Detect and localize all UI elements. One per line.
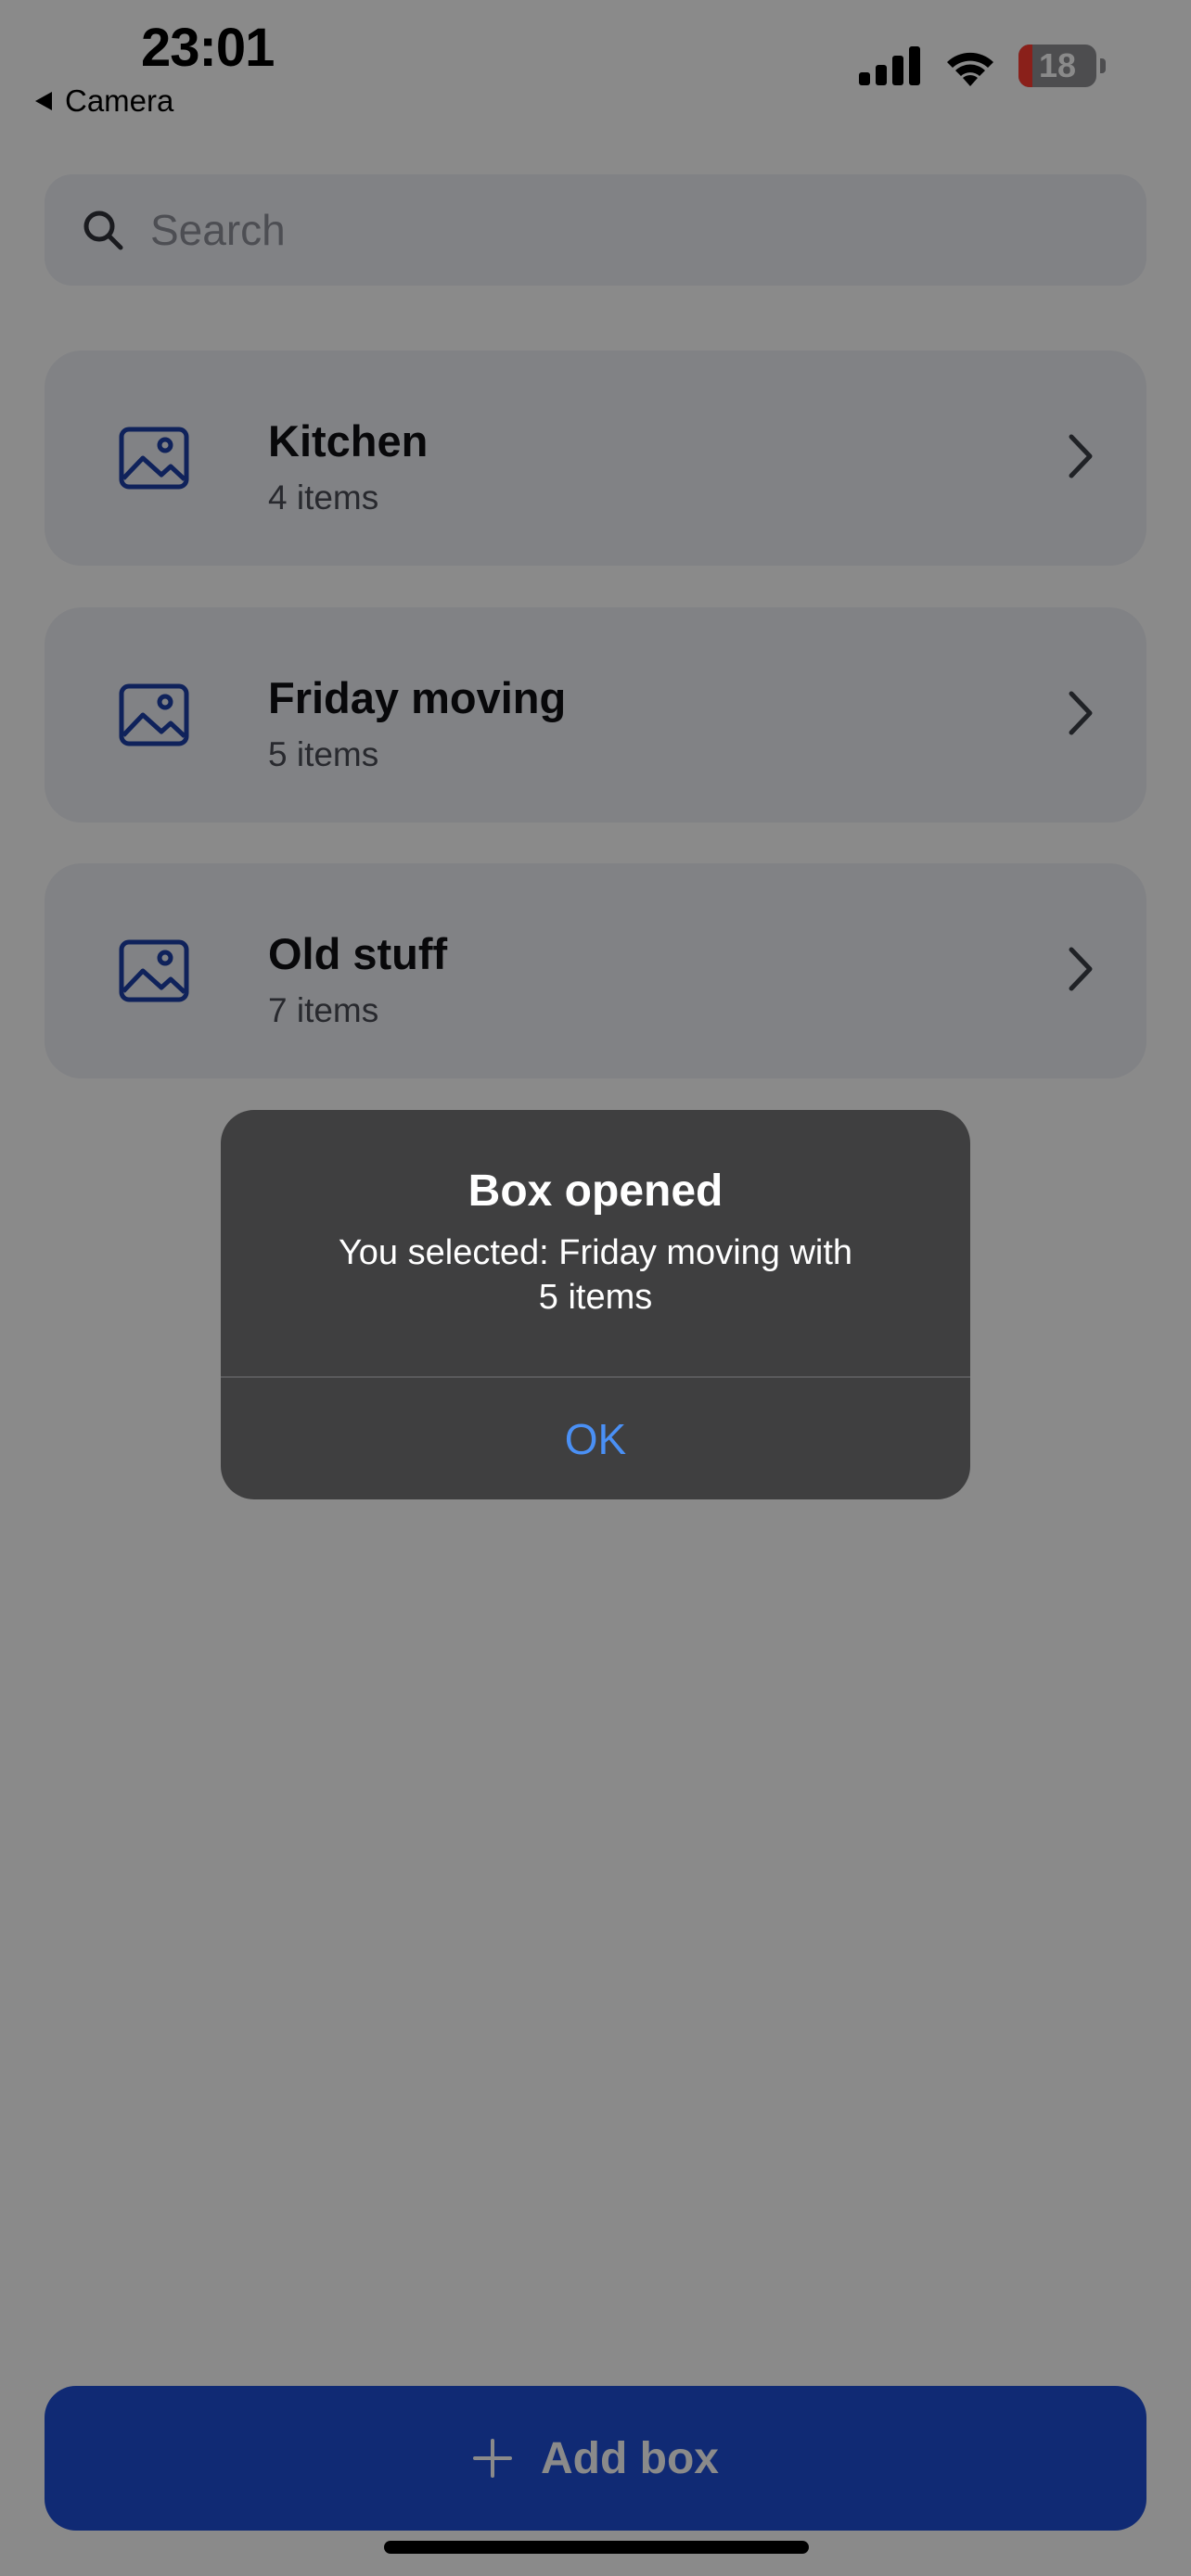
alert-message: You selected: Friday moving with 5 items: [338, 1233, 853, 1317]
alert-title: Box opened: [467, 1167, 724, 1216]
alert-dialog: Box opened You selected: Friday moving w…: [221, 1110, 970, 1499]
alert-ok-button[interactable]: OK: [221, 1378, 970, 1499]
screen: 23:01 Camera 18 Search Kitchen 4 items F…: [0, 0, 1191, 2576]
